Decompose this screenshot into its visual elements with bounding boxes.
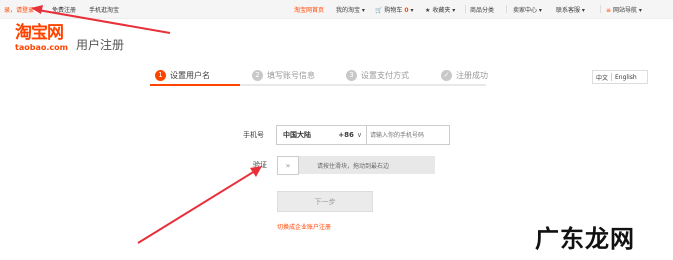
arrow-to-verify [137,170,256,244]
watermark-text: 广东龙网 [535,225,635,253]
arrowhead [250,166,262,177]
arrow-to-login [37,9,171,34]
arrowhead [31,5,43,14]
